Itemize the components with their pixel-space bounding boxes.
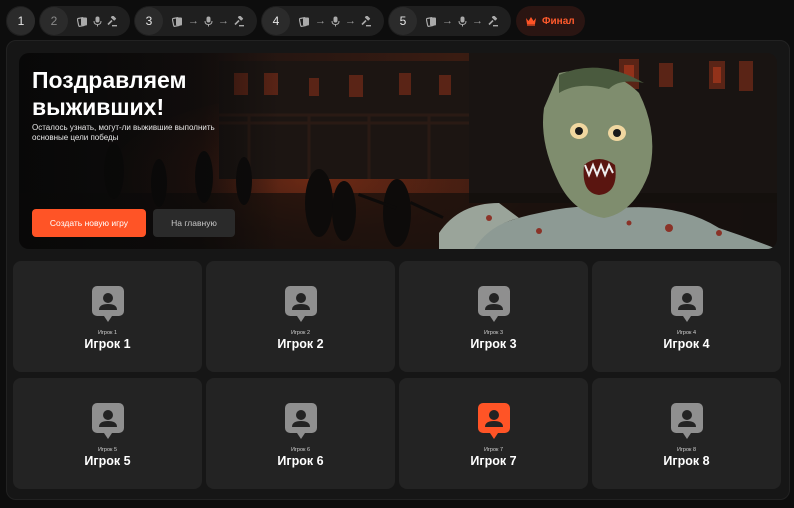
player-name: Игрок 6 bbox=[277, 454, 324, 468]
player-name: Игрок 7 bbox=[470, 454, 517, 468]
gavel-icon bbox=[107, 15, 117, 26]
round-number: 1 bbox=[7, 7, 35, 35]
round-number: 5 bbox=[389, 7, 417, 35]
player-name: Игрок 8 bbox=[663, 454, 710, 468]
player-card-7[interactable]: Игрок 7 Игрок 7 bbox=[399, 378, 588, 489]
player-caption: Игрок 7 bbox=[483, 447, 504, 453]
player-card-1[interactable]: Игрок 1 Игрок 1 bbox=[13, 261, 202, 372]
player-name: Игрок 1 bbox=[84, 337, 131, 351]
cards-icon bbox=[172, 16, 182, 27]
round-chip-3[interactable]: 3 → → bbox=[134, 6, 257, 36]
microphone-icon bbox=[331, 16, 340, 26]
cards-icon bbox=[77, 16, 87, 27]
player-icon bbox=[285, 286, 317, 322]
player-name: Игрок 5 bbox=[84, 454, 131, 468]
microphone-icon bbox=[458, 16, 467, 26]
round-steps bbox=[77, 15, 118, 27]
player-caption: Игрок 5 bbox=[97, 447, 118, 453]
cards-icon bbox=[426, 16, 436, 27]
microphone-icon bbox=[93, 16, 102, 26]
player-icon bbox=[92, 286, 124, 322]
player-caption: Игрок 4 bbox=[676, 330, 697, 336]
round-bar: 1 2 3 → → 4 → → 5 → → Финал bbox=[6, 6, 585, 36]
player-caption: Игрок 6 bbox=[290, 447, 311, 453]
player-icon bbox=[478, 403, 510, 439]
player-icon bbox=[478, 286, 510, 322]
gavel-icon bbox=[488, 15, 498, 26]
gavel-icon bbox=[361, 15, 371, 26]
round-number: 4 bbox=[262, 7, 290, 35]
players-grid: Игрок 1 Игрок 1 Игрок 2 Игрок 2 Игрок 3 … bbox=[13, 261, 783, 493]
arrow-right-icon: → bbox=[472, 14, 483, 27]
player-card-2[interactable]: Игрок 2 Игрок 2 bbox=[206, 261, 395, 372]
player-card-3[interactable]: Игрок 3 Игрок 3 bbox=[399, 261, 588, 372]
round-chip-4[interactable]: 4 → → bbox=[261, 6, 384, 36]
arrow-right-icon: → bbox=[188, 14, 199, 27]
home-button[interactable]: На главную bbox=[153, 209, 235, 237]
player-name: Игрок 2 bbox=[277, 337, 324, 351]
round-steps: → → bbox=[299, 14, 372, 27]
round-chip-1[interactable]: 1 bbox=[6, 6, 35, 36]
round-steps: → → bbox=[172, 14, 245, 27]
hero-title: Поздравляем выживших! bbox=[32, 67, 187, 120]
microphone-icon bbox=[204, 16, 213, 26]
final-label: Финал bbox=[542, 15, 575, 27]
hero-subtitle: Осталось узнать, могут-ли выжившие выпол… bbox=[32, 123, 215, 142]
crown-icon bbox=[526, 17, 536, 26]
arrow-right-icon: → bbox=[345, 14, 356, 27]
player-icon bbox=[671, 286, 703, 322]
player-name: Игрок 3 bbox=[470, 337, 517, 351]
player-caption: Игрок 1 bbox=[97, 330, 118, 336]
create-new-game-button[interactable]: Создать новую игру bbox=[32, 209, 146, 237]
player-card-5[interactable]: Игрок 5 Игрок 5 bbox=[13, 378, 202, 489]
player-caption: Игрок 8 bbox=[676, 447, 697, 453]
round-number: 2 bbox=[40, 7, 68, 35]
player-card-6[interactable]: Игрок 6 Игрок 6 bbox=[206, 378, 395, 489]
round-chip-5[interactable]: 5 → → bbox=[388, 6, 511, 36]
cards-icon bbox=[299, 16, 309, 27]
round-chip-2[interactable]: 2 bbox=[39, 6, 130, 36]
round-number: 3 bbox=[135, 7, 163, 35]
player-name: Игрок 4 bbox=[663, 337, 710, 351]
hero-banner: Поздравляем выживших! Осталось узнать, м… bbox=[19, 53, 777, 249]
arrow-right-icon: → bbox=[218, 14, 229, 27]
player-card-4[interactable]: Игрок 4 Игрок 4 bbox=[592, 261, 781, 372]
player-icon bbox=[671, 403, 703, 439]
player-caption: Игрок 3 bbox=[483, 330, 504, 336]
round-steps: → → bbox=[426, 14, 499, 27]
player-caption: Игрок 2 bbox=[290, 330, 311, 336]
arrow-right-icon: → bbox=[315, 14, 326, 27]
player-icon bbox=[92, 403, 124, 439]
player-card-8[interactable]: Игрок 8 Игрок 8 bbox=[592, 378, 781, 489]
gavel-icon bbox=[234, 15, 244, 26]
final-round-chip[interactable]: Финал bbox=[516, 6, 585, 36]
main-panel: Поздравляем выживших! Осталось узнать, м… bbox=[6, 40, 790, 500]
player-icon bbox=[285, 403, 317, 439]
arrow-right-icon: → bbox=[442, 14, 453, 27]
